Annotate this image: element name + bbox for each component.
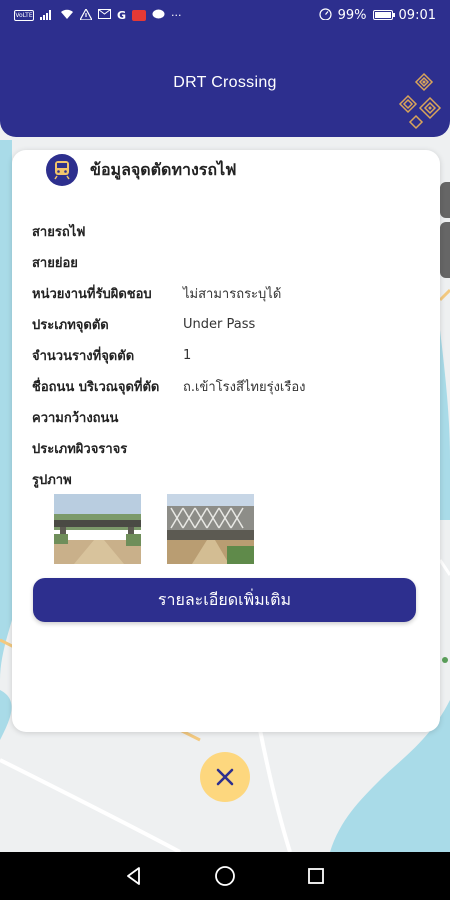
row-value: ถ.เข้าโรงสีไทยรุ่งเรือง xyxy=(183,380,306,395)
row-label: สายย่อย xyxy=(32,256,78,271)
battery-percent: 99% xyxy=(337,7,367,23)
crossing-photo-thumbnail[interactable] xyxy=(167,494,254,564)
page-title: DRT Crossing xyxy=(173,74,277,91)
row-label: ประเภทผิวจราจร xyxy=(32,442,128,457)
close-icon xyxy=(216,768,234,786)
row-label: ความกว้างถนน xyxy=(32,411,119,426)
close-button[interactable] xyxy=(200,752,250,802)
row-label: หน่วยงานที่รับผิดชอบ xyxy=(32,287,152,302)
info-row-road-name: ชื่อถนน บริเวณจุดที่ตัด ถ.เข้าโรงสีไทยรุ… xyxy=(32,371,432,402)
photo-gallery xyxy=(54,494,254,564)
row-value: 1 xyxy=(183,348,192,363)
signal-icon xyxy=(40,9,54,22)
map-control-zoom[interactable] xyxy=(440,222,450,278)
row-value: ไม่สามารถระบุได้ xyxy=(183,287,282,302)
nav-recents-icon xyxy=(308,868,325,884)
info-row-track-count: จำนวนรางที่จุดตัด 1 xyxy=(32,340,432,371)
nav-home-button[interactable] xyxy=(213,864,237,888)
status-right: 99% 09:01 xyxy=(319,8,436,23)
map-control-layers[interactable] xyxy=(440,182,450,218)
crossing-info-card: ข้อมูลจุดตัดทางรถไฟ สายรถไฟ สายย่อย หน่ว… xyxy=(12,150,440,732)
info-row-crossing-type: ประเภทจุดตัด Under Pass xyxy=(32,309,432,340)
train-icon xyxy=(46,154,78,186)
network-type-icon: G xyxy=(117,8,127,22)
info-row-photos: รูปภาพ xyxy=(32,464,432,495)
thai-pattern-ornament-icon xyxy=(394,72,444,136)
nav-recents-button[interactable] xyxy=(304,864,328,888)
info-row-road-width: ความกว้างถนน xyxy=(32,402,432,433)
row-label: ประเภทจุดตัด xyxy=(32,318,109,333)
app-notification-icon xyxy=(132,9,147,21)
status-bar: VoLTE G ··· 99% 09:01 xyxy=(0,0,450,30)
chat-icon xyxy=(152,9,165,22)
row-label: รูปภาพ xyxy=(32,473,72,488)
row-label: สายรถไฟ xyxy=(32,225,86,240)
nav-home-icon xyxy=(215,866,235,886)
nav-back-button[interactable] xyxy=(122,864,146,888)
app-header: DRT Crossing xyxy=(0,30,450,137)
crossing-photo-thumbnail[interactable] xyxy=(54,494,141,564)
more-notifications-icon: ··· xyxy=(171,8,182,22)
row-label: จำนวนรางที่จุดตัด xyxy=(32,349,135,364)
status-left: VoLTE G ··· xyxy=(14,7,182,22)
speed-icon xyxy=(319,8,332,22)
info-row-agency: หน่วยงานที่รับผิดชอบ ไม่สามารถระบุได้ xyxy=(32,278,432,309)
nav-back-icon xyxy=(126,867,140,885)
info-row-branch-line: สายย่อย xyxy=(32,247,432,278)
row-value: Under Pass xyxy=(183,317,256,332)
row-label: ชื่อถนน บริเวณจุดที่ตัด xyxy=(32,380,160,395)
info-row-railway-line: สายรถไฟ xyxy=(32,216,432,247)
info-row-surface-type: ประเภทผิวจราจร xyxy=(32,433,432,464)
volte-icon: VoLTE xyxy=(14,9,34,21)
more-details-button[interactable]: รายละเอียดเพิ่มเติม xyxy=(33,578,416,622)
warning-icon xyxy=(78,7,94,22)
wifi-icon xyxy=(60,9,74,22)
gmail-icon xyxy=(98,9,111,21)
battery-icon xyxy=(372,10,395,20)
info-rows: สายรถไฟ สายย่อย หน่วยงานที่รับผิดชอบ ไม่… xyxy=(32,216,432,495)
system-nav-bar xyxy=(0,852,450,900)
card-header: ข้อมูลจุดตัดทางรถไฟ xyxy=(46,154,236,186)
clock: 09:01 xyxy=(398,7,436,23)
card-title: ข้อมูลจุดตัดทางรถไฟ xyxy=(90,159,237,179)
